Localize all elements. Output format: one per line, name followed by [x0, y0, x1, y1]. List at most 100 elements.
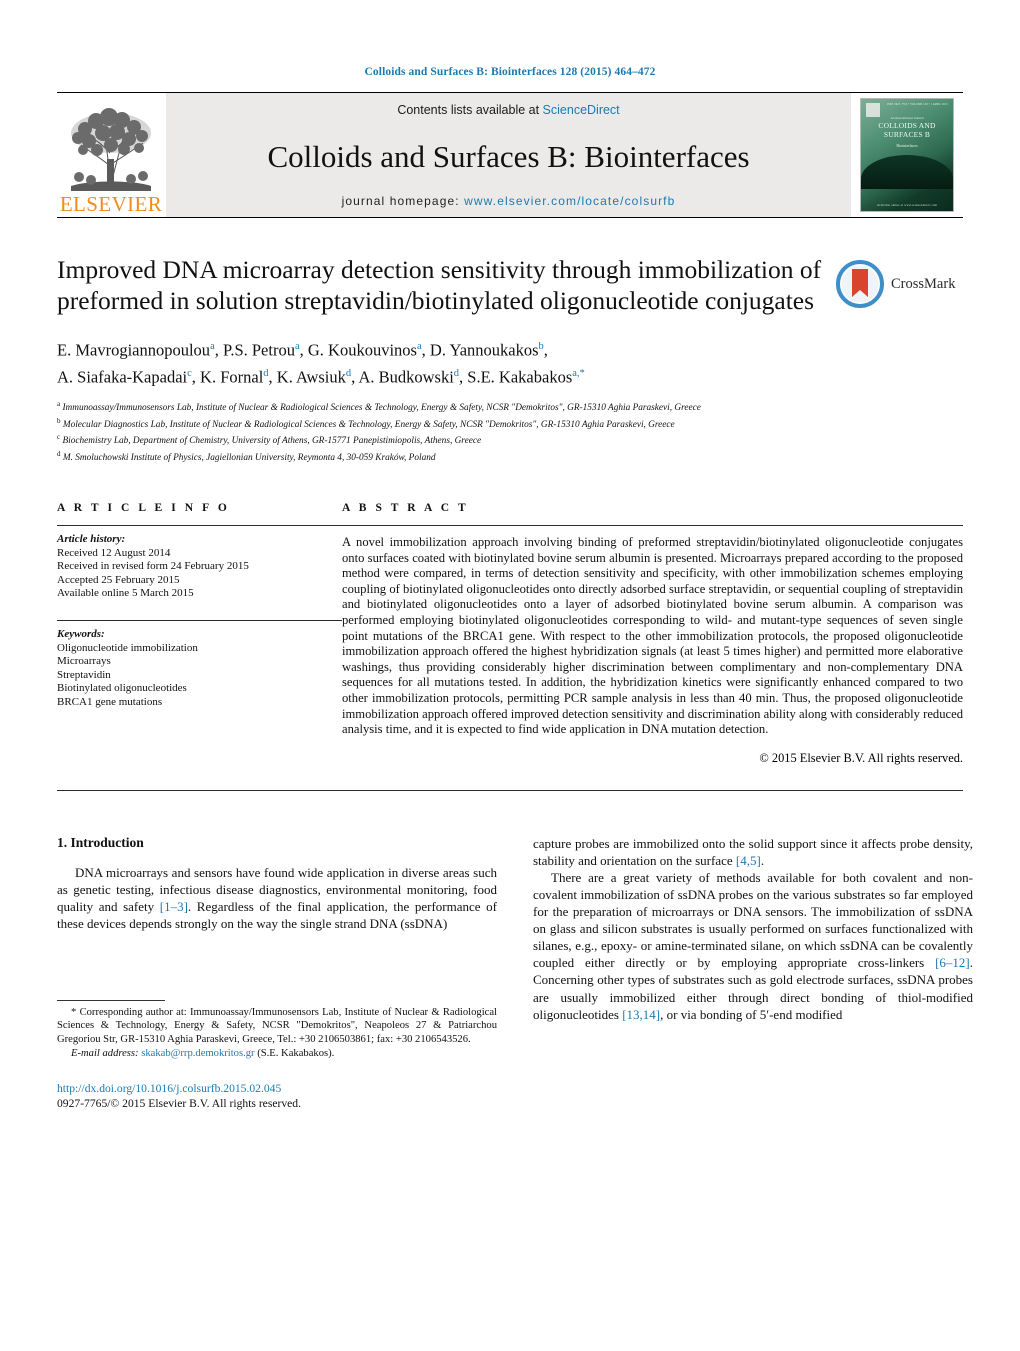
- crossmark-label: CrossMark: [891, 275, 956, 292]
- sciencedirect-link[interactable]: ScienceDirect: [543, 103, 620, 117]
- footnote-star-mark: *: [71, 1006, 77, 1018]
- email-label: E-mail address:: [71, 1047, 139, 1059]
- email-note: E-mail address: skakab@rrp.demokritos.gr…: [57, 1047, 497, 1061]
- journal-cover-thumbnail: ISSN 0927-7765 • VOLUME 128 • 1 APRIL 20…: [860, 98, 954, 212]
- affiliation-list: a Immunoassay/Immunosensors Lab, Institu…: [57, 398, 963, 464]
- email-owner: (S.E. Kakabakos).: [257, 1047, 335, 1059]
- section-divider: [57, 789, 963, 791]
- citation-ref-13-14[interactable]: [13,14]: [622, 1007, 660, 1022]
- body-two-column: 1. Introduction DNA microarrays and sens…: [57, 835, 973, 1110]
- author-name: K. Awsiuk: [276, 367, 346, 386]
- author-affil-mark[interactable]: d: [346, 368, 351, 379]
- keyword-item: BRCA1 gene mutations: [57, 695, 163, 708]
- corresponding-author-text: Corresponding author at: Immunoassay/Imm…: [57, 1006, 497, 1045]
- author-affil-mark[interactable]: a: [295, 341, 300, 352]
- crossmark-icon: [836, 260, 884, 308]
- issn-copyright-line: 0927-7765/© 2015 Elsevier B.V. All right…: [57, 1096, 301, 1110]
- article-info-column: A R T I C L E I N F O Article history: R…: [57, 502, 342, 766]
- keywords-label: Keywords:: [57, 627, 105, 640]
- elsevier-tree-icon: [65, 107, 157, 195]
- footnote-rule: [57, 999, 165, 1001]
- author-affil-mark[interactable]: a,*: [572, 368, 585, 379]
- cover-top-line: ISSN 0927-7765 • VOLUME 128 • 1 APRIL 20…: [887, 103, 948, 106]
- affiliation-item: a Immunoassay/Immunosensors Lab, Institu…: [57, 398, 963, 415]
- abstract-heading: A B S T R A C T: [342, 502, 469, 514]
- author-name: A. Siafaka-Kapadai: [57, 367, 188, 386]
- affiliation-text: Biochemistry Lab, Department of Chemistr…: [62, 436, 482, 447]
- author-affil-mark[interactable]: a: [210, 341, 215, 352]
- abstract-text: A novel immobilization approach involvin…: [342, 535, 963, 737]
- elsevier-logo: ELSEVIER: [57, 93, 165, 217]
- affiliation-text: Molecular Diagnostics Lab, Institute of …: [62, 419, 675, 430]
- keyword-item: Biotinylated oligonucleotides: [57, 682, 187, 695]
- intro-right-2-text-a: There are a great variety of methods ava…: [533, 869, 973, 971]
- author-name: A. Budkowski: [358, 367, 454, 386]
- journal-homepage-line: journal homepage: www.elsevier.com/locat…: [166, 194, 851, 208]
- affiliation-item: d M. Smoluchowski Institute of Physics, …: [57, 448, 963, 465]
- email-link[interactable]: skakab@rrp.demokritos.gr: [141, 1048, 254, 1059]
- author-name: S.E. Kakabakos: [467, 367, 573, 386]
- homepage-label: journal homepage:: [341, 194, 460, 208]
- corresponding-author-note: * Corresponding author at: Immunoassay/I…: [57, 1006, 497, 1047]
- cover-title-line2: SURFACES B: [883, 130, 931, 139]
- author-affil-mark[interactable]: d: [263, 368, 268, 379]
- elsevier-wordmark: ELSEVIER: [59, 192, 163, 216]
- intro-right-2-text-c: , or via bonding of 5′-end modified: [660, 1006, 843, 1022]
- affiliation-mark: c: [57, 433, 61, 441]
- keyword-item: Microarrays: [57, 655, 111, 668]
- history-item: Received 12 August 2014: [57, 546, 171, 559]
- intro-paragraph-left: DNA microarrays and sensors have found w…: [57, 864, 497, 932]
- history-item: Received in revised form 24 February 201…: [57, 560, 249, 573]
- article-history-block: Article history: Received 12 August 2014…: [57, 526, 342, 601]
- body-right-column: capture probes are immobilized onto the …: [533, 835, 973, 1023]
- article-info-heading: A R T I C L E I N F O: [57, 502, 230, 514]
- cover-title: COLLOIDS AND SURFACES B: [861, 121, 953, 139]
- affiliation-item: b Molecular Diagnostics Lab, Institute o…: [57, 415, 963, 432]
- journal-banner: ELSEVIER Contents lists available at Sci…: [57, 92, 963, 218]
- author-name: E. Mavrogiannopoulou: [57, 340, 211, 360]
- homepage-url-link[interactable]: www.elsevier.com/locate/colsurfb: [464, 194, 675, 208]
- author-name: K. Fornal: [200, 367, 264, 386]
- citation-ref-1-3[interactable]: [1–3]: [160, 899, 188, 914]
- affiliation-mark: a: [57, 400, 61, 408]
- intro-paragraph-right-2: There are a great variety of methods ava…: [533, 869, 973, 1023]
- cover-wave-graphic: [861, 155, 953, 189]
- citation-ref-4-5[interactable]: [4,5]: [736, 853, 761, 868]
- author-name: D. Yannoukakos: [429, 340, 539, 360]
- author-affil-mark[interactable]: c: [187, 368, 192, 379]
- running-head: Colloids and Surfaces B: Biointerfaces 1…: [364, 66, 656, 78]
- footnote-area: * Corresponding author at: Immunoassay/I…: [57, 999, 497, 1111]
- contents-prefix-text: Contents lists available at: [397, 103, 543, 117]
- crossmark-badge[interactable]: CrossMark: [835, 257, 963, 311]
- affiliation-item: c Biochemistry Lab, Department of Chemis…: [57, 431, 963, 448]
- journal-title: Colloids and Surfaces B: Biointerfaces: [267, 139, 750, 174]
- cover-title-line1: COLLOIDS AND: [878, 121, 936, 130]
- banner-center: Contents lists available at ScienceDirec…: [165, 93, 851, 217]
- citation-ref-6-12[interactable]: [6–12]: [935, 955, 970, 970]
- keyword-item: Streptavidin: [57, 668, 111, 681]
- author-name: P.S. Petrou: [222, 340, 295, 360]
- affiliation-mark: b: [57, 416, 61, 425]
- abstract-column: A B S T R A C T A novel immobilization a…: [342, 502, 963, 766]
- author-name: G. Koukouvinos: [307, 340, 417, 360]
- author-affil-mark[interactable]: b: [539, 341, 544, 352]
- intro-right-1-text-b: .: [760, 852, 765, 868]
- page-title: Improved DNA microarray detection sensit…: [57, 255, 822, 315]
- contents-available-line: Contents lists available at ScienceDirec…: [166, 103, 851, 117]
- affiliation-text: Immunoassay/Immunosensors Lab, Institute…: [62, 403, 701, 414]
- cover-editors: Biointerfaces: [896, 143, 918, 148]
- author-affil-mark[interactable]: a: [417, 341, 422, 352]
- info-abstract-section: A R T I C L E I N F O Article history: R…: [57, 502, 963, 766]
- keyword-item: Oligonucleotide immobilization: [57, 641, 198, 654]
- article-history-label: Article history:: [57, 533, 126, 545]
- doi-link[interactable]: http://dx.doi.org/10.1016/j.colsurfb.201…: [57, 1082, 497, 1097]
- abstract-copyright: © 2015 Elsevier B.V. All rights reserved…: [759, 750, 963, 765]
- article-page: Colloids and Surfaces B: Biointerfaces 1…: [0, 0, 1020, 1351]
- author-affil-mark[interactable]: d: [454, 368, 459, 379]
- history-item: Accepted 25 February 2015: [57, 573, 180, 586]
- journal-cover-container: ISSN 0927-7765 • VOLUME 128 • 1 APRIL 20…: [851, 93, 963, 217]
- cover-footer: Available online at www.sciencedirect.co…: [876, 203, 938, 207]
- affiliation-mark: d: [57, 449, 61, 458]
- intro-paragraph-right-1: capture probes are immobilized onto the …: [533, 835, 973, 869]
